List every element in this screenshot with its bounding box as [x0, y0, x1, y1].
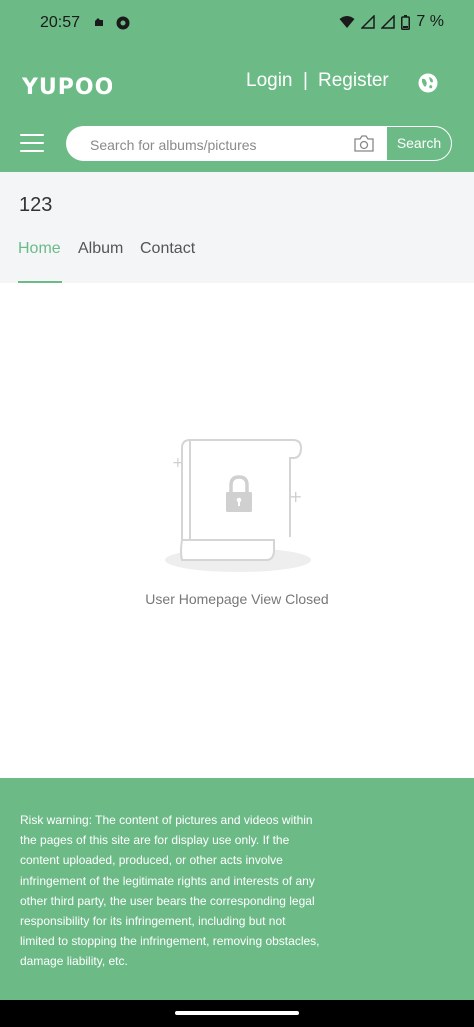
svg-text:+: +	[172, 455, 184, 471]
risk-warning: Risk warning: The content of pictures an…	[20, 813, 320, 969]
cloud-icon	[95, 18, 103, 26]
active-tab-indicator	[18, 281, 62, 283]
battery-percent: 7 %	[416, 13, 444, 30]
home-gesture-bar[interactable]	[175, 1011, 299, 1015]
status-time: 20:57	[40, 14, 81, 31]
signal-icon-2	[381, 15, 396, 29]
status-bar: 20:57 7 %	[0, 0, 474, 46]
yupoo-logo[interactable]: YUPOO	[22, 68, 112, 100]
battery-icon	[401, 14, 411, 30]
chrome-icon	[116, 16, 130, 30]
locked-document-icon: + +	[165, 439, 311, 572]
tab-album[interactable]: Album	[78, 240, 123, 258]
profile-header	[0, 172, 474, 283]
register-link[interactable]: Register	[318, 70, 389, 92]
search-input[interactable]	[88, 126, 342, 163]
page-title: 123	[19, 194, 53, 216]
svg-text:+: +	[289, 487, 302, 506]
nav-separator: |	[303, 70, 308, 91]
camera-icon[interactable]	[354, 135, 374, 152]
login-link[interactable]: Login	[246, 70, 293, 92]
wifi-icon	[339, 16, 355, 28]
svg-text:YUPOO: YUPOO	[22, 75, 112, 100]
tab-contact[interactable]: Contact	[140, 240, 195, 258]
search-button[interactable]: Search	[386, 126, 452, 161]
signal-icon	[361, 15, 376, 29]
search-input-wrap	[66, 126, 386, 163]
hamburger-menu-icon[interactable]	[20, 134, 44, 154]
tab-home[interactable]: Home	[18, 240, 61, 258]
empty-state-message: User Homepage View Closed	[145, 591, 329, 607]
search-bar: Search	[66, 126, 452, 163]
globe-icon[interactable]	[418, 73, 438, 93]
